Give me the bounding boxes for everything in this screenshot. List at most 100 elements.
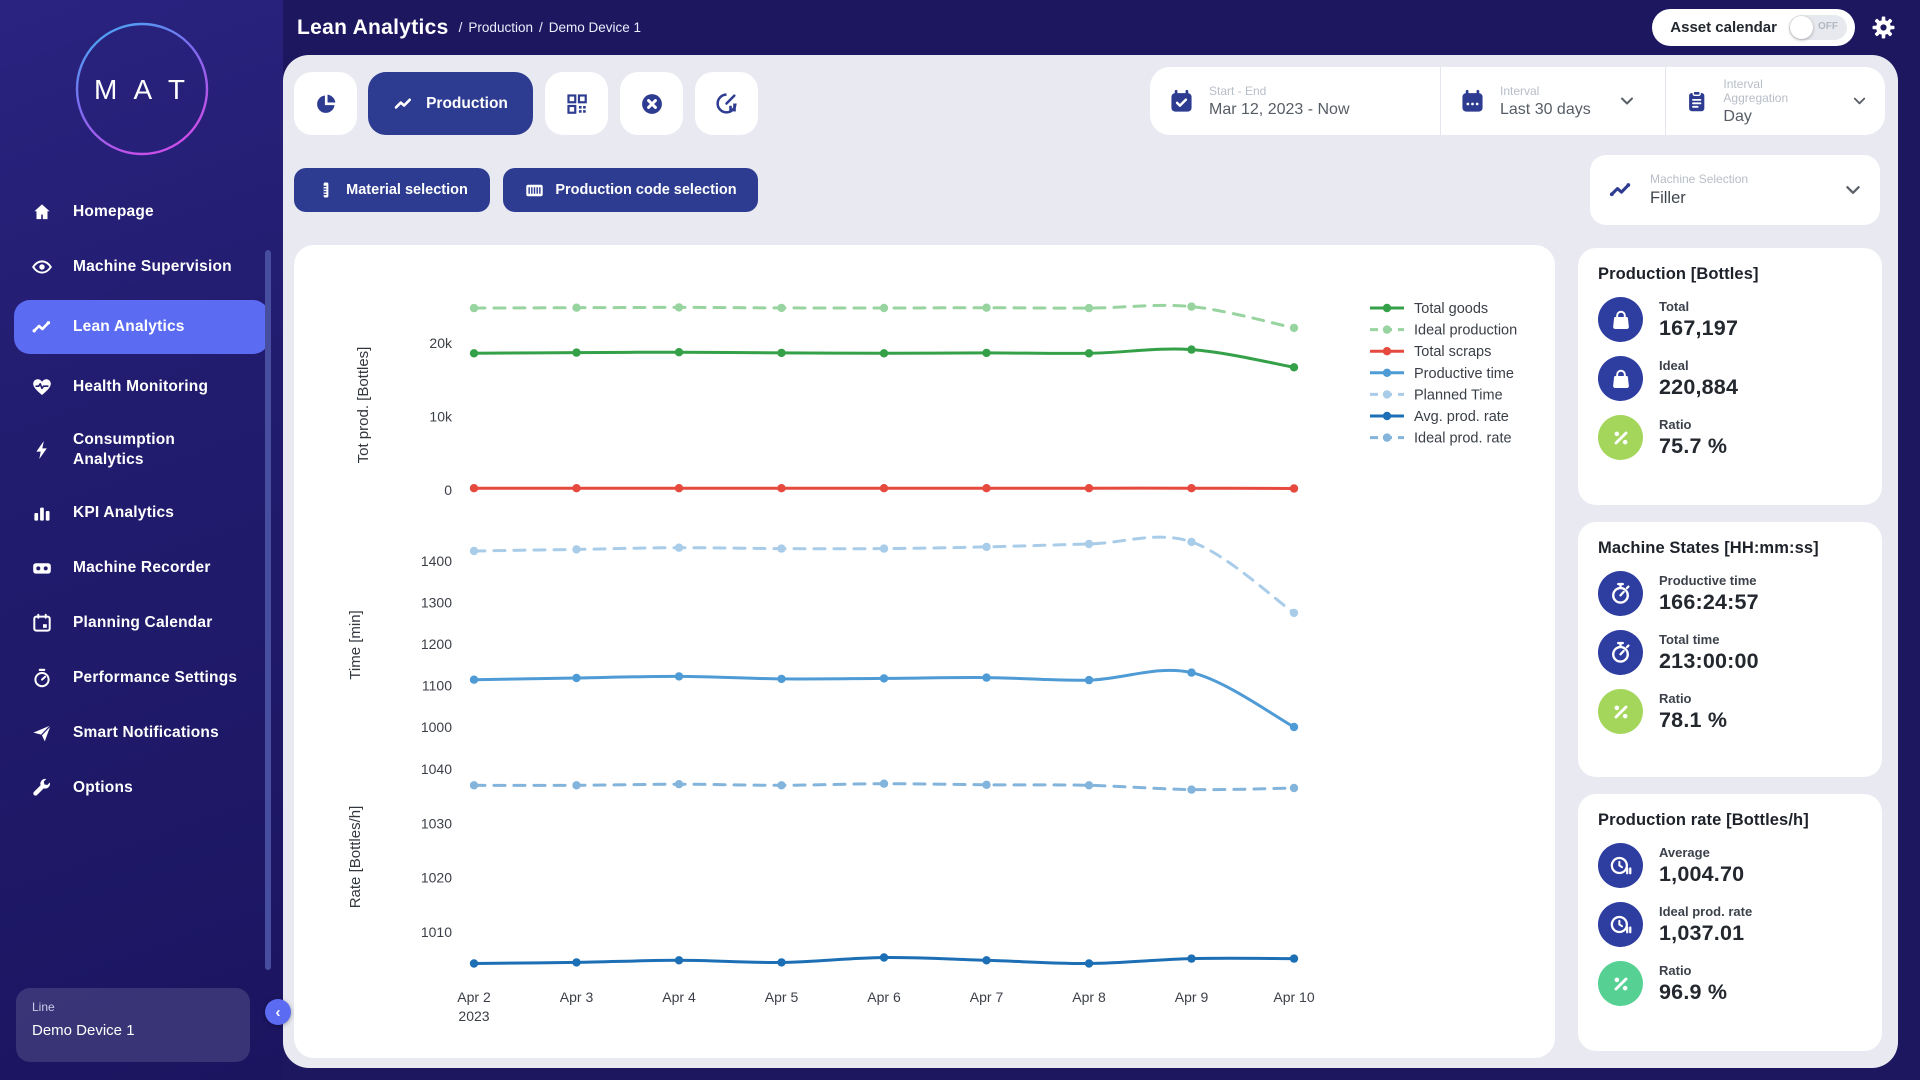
clock-rate-icon bbox=[1598, 902, 1643, 947]
y-tick-label: 1100 bbox=[422, 678, 452, 694]
data-point bbox=[1085, 959, 1093, 967]
stat-value: 96.9 % bbox=[1659, 980, 1727, 1005]
data-point bbox=[572, 674, 580, 682]
svg-text:M A T: M A T bbox=[93, 74, 189, 105]
toggle-knob bbox=[1790, 16, 1813, 39]
data-point bbox=[675, 303, 683, 311]
data-point bbox=[675, 348, 683, 356]
data-point bbox=[880, 674, 888, 682]
sidebar-item-label: Smart Notifications bbox=[73, 723, 219, 743]
qr-view-button[interactable] bbox=[545, 72, 608, 135]
data-point bbox=[982, 484, 990, 492]
data-point bbox=[1290, 363, 1298, 371]
stopwatch-icon bbox=[1598, 630, 1643, 675]
qr-code-icon bbox=[565, 92, 589, 116]
data-point bbox=[470, 959, 478, 967]
home-icon bbox=[30, 200, 54, 224]
data-point bbox=[1187, 954, 1195, 962]
wrench-icon bbox=[30, 776, 54, 800]
production-view-button[interactable]: Production bbox=[368, 72, 533, 135]
sidebar-item-label: Health Monitoring bbox=[73, 377, 208, 397]
stat-value: 213:00:00 bbox=[1659, 649, 1759, 674]
mat-logo-icon: M A T bbox=[67, 14, 217, 164]
machine-states-card: Machine States [HH:mm:ss] Productive tim… bbox=[1578, 522, 1882, 777]
breadcrumb-item[interactable]: Demo Device 1 bbox=[549, 20, 641, 35]
legend-item-ideal-production[interactable]: Ideal production bbox=[1370, 323, 1517, 339]
pie-view-button[interactable] bbox=[294, 72, 357, 135]
sidebar-item-performance-settings[interactable]: Performance Settings bbox=[14, 656, 269, 700]
line-selector-card[interactable]: Line Demo Device 1 bbox=[16, 988, 250, 1062]
interval-control[interactable]: Interval Last 30 days bbox=[1440, 67, 1665, 135]
svg-text:Total goods: Total goods bbox=[1414, 301, 1488, 317]
material-selection-label: Material selection bbox=[346, 182, 468, 198]
eye-icon bbox=[30, 255, 54, 279]
app-root: M A T Homepage Machine Supervision L bbox=[0, 0, 1920, 1080]
machine-selection-dropdown[interactable]: Machine Selection Filler bbox=[1590, 155, 1880, 225]
data-point bbox=[1187, 538, 1195, 546]
data-point bbox=[572, 304, 580, 312]
y-tick-label: 1400 bbox=[421, 553, 452, 569]
data-point bbox=[982, 781, 990, 789]
legend-item-productive-time[interactable]: Productive time bbox=[1370, 366, 1514, 382]
y-tick-label: 1030 bbox=[421, 815, 452, 831]
machine-selection-value: Filler bbox=[1650, 189, 1828, 208]
y-tick-label: 1040 bbox=[421, 761, 452, 777]
trend-icon bbox=[30, 315, 54, 339]
legend-item-ideal-prod-rate[interactable]: Ideal prod. rate bbox=[1370, 431, 1512, 447]
material-selection-button[interactable]: Material selection bbox=[294, 168, 490, 212]
legend-item-total-scraps[interactable]: Total scraps bbox=[1370, 344, 1491, 360]
production-code-selection-button[interactable]: Production code selection bbox=[503, 168, 758, 212]
y-tick-label: 20k bbox=[429, 335, 453, 351]
asset-calendar-switch[interactable]: OFF bbox=[1789, 15, 1847, 40]
sidebar-item-consumption-analytics[interactable]: Consumption Analytics bbox=[14, 420, 269, 480]
legend-item-total-goods[interactable]: Total goods bbox=[1370, 301, 1488, 317]
sidebar-item-lean-analytics[interactable]: Lean Analytics bbox=[14, 300, 269, 354]
sidebar-item-kpi-analytics[interactable]: KPI Analytics bbox=[14, 491, 269, 535]
stat-label: Ideal prod. rate bbox=[1659, 904, 1752, 919]
stat-row: Total time 213:00:00 bbox=[1598, 630, 1862, 675]
legend-item-avg-prod-rate[interactable]: Avg. prod. rate bbox=[1370, 409, 1509, 425]
data-point bbox=[572, 545, 580, 553]
data-point bbox=[777, 349, 785, 357]
sidebar-item-smart-notifications[interactable]: Smart Notifications bbox=[14, 711, 269, 755]
sidebar-item-health-monitoring[interactable]: Health Monitoring bbox=[14, 365, 269, 409]
settings-gear-icon[interactable] bbox=[1871, 15, 1896, 40]
stat-value: 166:24:57 bbox=[1659, 590, 1759, 615]
y-tick-label: 1020 bbox=[421, 870, 452, 886]
y-tick-label: 1010 bbox=[421, 924, 452, 940]
card-title: Production rate [Bottles/h] bbox=[1598, 811, 1862, 830]
date-range-control[interactable]: Start - End Mar 12, 2023 - Now bbox=[1150, 67, 1440, 135]
sidebar-item-machine-supervision[interactable]: Machine Supervision bbox=[14, 245, 269, 289]
stat-label: Ratio bbox=[1659, 691, 1727, 706]
data-point bbox=[880, 484, 888, 492]
legend-item-planned-time[interactable]: Planned Time bbox=[1370, 387, 1503, 403]
calendar-icon bbox=[30, 611, 54, 635]
sidebar-item-label: Options bbox=[73, 778, 133, 798]
sidebar-item-label: Planning Calendar bbox=[73, 613, 212, 633]
rate-view-button[interactable] bbox=[695, 72, 758, 135]
stat-label: Total bbox=[1659, 299, 1738, 314]
date-range-label: Start - End bbox=[1209, 84, 1350, 98]
lightning-icon bbox=[30, 438, 54, 462]
sidebar-collapse-button[interactable]: ‹ bbox=[265, 999, 291, 1025]
data-point bbox=[1290, 954, 1298, 962]
sidebar-item-planning-calendar[interactable]: Planning Calendar bbox=[14, 601, 269, 645]
y-tick-label: 10k bbox=[429, 409, 453, 425]
sidebar-item-machine-recorder[interactable]: Machine Recorder bbox=[14, 546, 269, 590]
sidebar-scrollbar[interactable] bbox=[265, 250, 271, 970]
data-point bbox=[982, 304, 990, 312]
stat-cards-column: Production [Bottles] Total 167,197 Ideal… bbox=[1578, 248, 1882, 1051]
data-point bbox=[777, 484, 785, 492]
data-point bbox=[675, 956, 683, 964]
scrap-view-button[interactable] bbox=[620, 72, 683, 135]
barcode-icon bbox=[524, 180, 545, 201]
sidebar-item-homepage[interactable]: Homepage bbox=[14, 190, 269, 234]
aggregation-control[interactable]: Interval Aggregation Day bbox=[1665, 67, 1885, 135]
data-point bbox=[880, 349, 888, 357]
breadcrumb-sep: / bbox=[459, 20, 463, 35]
asset-calendar-toggle-pill[interactable]: Asset calendar OFF bbox=[1652, 9, 1855, 46]
data-point bbox=[1187, 484, 1195, 492]
sidebar-item-options[interactable]: Options bbox=[14, 766, 269, 810]
breadcrumb-item[interactable]: Production bbox=[468, 20, 533, 35]
clock-rate-icon bbox=[1598, 843, 1643, 888]
